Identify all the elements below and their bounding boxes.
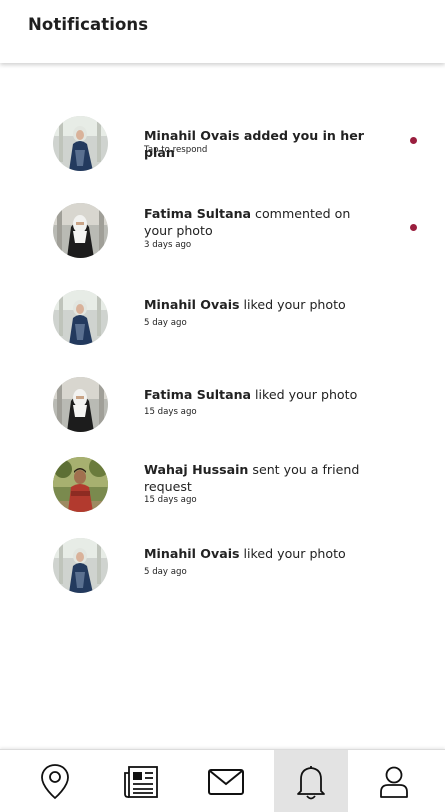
nav-news[interactable] [104,750,178,812]
nav-map[interactable] [18,750,92,812]
sender-name: Minahil Ovais added you in her plan [144,128,364,160]
avatar[interactable] [53,538,108,593]
notification-text: liked your photo [239,546,346,561]
bottom-nav [0,749,445,812]
app-header: Notifications [0,0,445,63]
avatar[interactable] [53,290,108,345]
notification-message: Fatima Sultana commented on your photo [144,205,380,239]
map-pin-icon [41,763,69,799]
avatar[interactable] [53,116,108,171]
newspaper-icon [124,765,158,798]
avatar[interactable] [53,457,108,512]
avatar-wahaj [53,457,108,512]
bell-icon [297,765,325,799]
notification-time: Tap to respond [144,145,208,155]
unread-dot [410,137,417,144]
notification-message: Minahil Ovais liked your photo [144,296,380,313]
page-title: Notifications [28,15,149,34]
avatar[interactable] [53,377,108,432]
notification-text: liked your photo [239,297,346,312]
notification-time: 5 day ago [144,567,187,577]
nav-messages[interactable] [189,750,263,812]
sender-name: Fatima Sultana [144,387,252,402]
notification-message: Wahaj Hussain sent you a friend request [144,461,380,495]
nav-notifications[interactable] [274,750,348,812]
nav-profile[interactable] [357,750,431,812]
avatar-minahil [53,538,108,593]
sender-name: Fatima Sultana [144,206,252,221]
notification-time: 15 days ago [144,495,197,505]
sender-name: Wahaj Hussain [144,462,249,477]
sender-name: Minahil Ovais [144,546,240,561]
avatar-fatima [53,203,108,258]
notification-time: 15 days ago [144,407,197,417]
profile-icon [380,766,408,798]
notification-text: liked your photo [251,387,358,402]
notification-message: Fatima Sultana liked your photo [144,386,380,403]
sender-name: Minahil Ovais [144,297,240,312]
notification-message: Minahil Ovais liked your photo [144,545,380,562]
unread-dot [410,224,417,231]
avatar-minahil [53,116,108,171]
avatar-minahil [53,290,108,345]
mail-icon [208,768,244,795]
avatar[interactable] [53,203,108,258]
avatar-fatima [53,377,108,432]
notification-message: Minahil Ovais added you in her plan [144,127,380,161]
notification-time: 3 days ago [144,240,192,250]
notification-time: 5 day ago [144,318,187,328]
